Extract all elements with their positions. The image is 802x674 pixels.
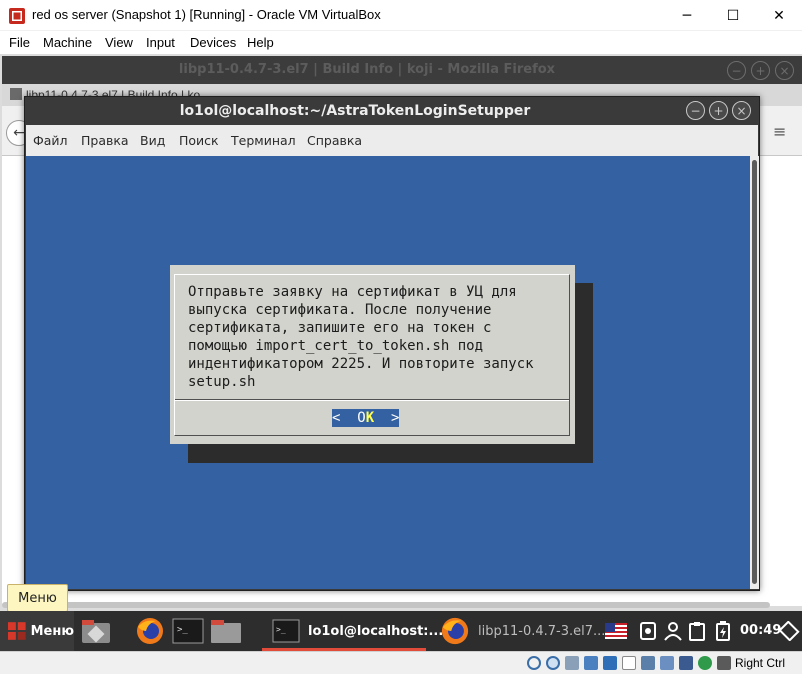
guest-taskbar: Меню >_ >_ lo1ol@localhost:... libp11-0.… xyxy=(0,611,802,651)
host-window-title: red os server (Snapshot 1) [Running] - O… xyxy=(32,7,381,22)
menu-view[interactable]: View xyxy=(105,35,133,50)
dialog-message: Отправьте заявку на сертификат в УЦ для в… xyxy=(188,283,568,391)
dialog-line: индентификатором 2225. И повторите запус… xyxy=(188,356,534,372)
dialog-line: выпуска сертификата. После получение xyxy=(188,302,492,318)
firefox-window-title: libp11-0.4.7-3.el7 | Build Info | koji -… xyxy=(178,62,556,77)
terminal-window-title: lo1ol@localhost:~/AstraTokenLoginSetuppe… xyxy=(179,103,531,119)
firefox-maximize-button[interactable]: + xyxy=(751,61,770,80)
power-icon[interactable] xyxy=(778,621,800,641)
guest-screen[interactable]: libp11-0.4.7-3.el7 | Build Info | koji -… xyxy=(0,54,802,651)
koji-favicon-icon xyxy=(10,88,22,100)
start-menu-label: Меню xyxy=(30,623,74,639)
display-status-icon[interactable] xyxy=(641,656,655,670)
keyboard-icon[interactable] xyxy=(717,656,731,670)
optical-icon[interactable] xyxy=(546,656,560,670)
firefox-icon xyxy=(441,617,469,645)
user-icon[interactable] xyxy=(662,621,684,641)
mouse-integration-icon[interactable] xyxy=(698,656,712,670)
menu-machine[interactable]: Machine xyxy=(43,35,92,50)
host-menu-bar: File Machine View Input Devices Help xyxy=(0,31,802,53)
firefox-close-button[interactable]: × xyxy=(775,61,794,80)
svg-text:>_: >_ xyxy=(276,625,286,634)
us-flag-icon[interactable] xyxy=(605,623,627,639)
terminal-menu-view[interactable]: Вид xyxy=(140,133,165,148)
file-manager-launcher-icon[interactable] xyxy=(80,617,112,645)
terminal-scroll-thumb[interactable] xyxy=(752,160,757,584)
menu-help[interactable]: Help xyxy=(247,35,274,50)
start-menu-button[interactable]: Меню xyxy=(0,611,74,651)
hdd-icon[interactable] xyxy=(527,656,541,670)
folder-launcher-icon[interactable] xyxy=(210,617,242,645)
terminal-minimize-button[interactable]: − xyxy=(686,101,705,120)
host-status-bar: Right Ctrl xyxy=(0,651,802,674)
ok-button-hotkey: K xyxy=(365,409,375,427)
dialog-line: setup.sh xyxy=(188,374,256,390)
terminal-title-bar[interactable]: lo1ol@localhost:~/AstraTokenLoginSetuppe… xyxy=(25,97,759,125)
taskbar-task-terminal-label: lo1ol@localhost:... xyxy=(308,623,444,639)
svg-text:>_: >_ xyxy=(177,625,188,635)
terminal-menu-search[interactable]: Поиск xyxy=(179,133,219,148)
clipboard-icon[interactable] xyxy=(686,621,708,641)
firefox-title-bar: libp11-0.4.7-3.el7 | Build Info | koji -… xyxy=(2,56,802,84)
ok-button[interactable]: < OK > xyxy=(332,409,400,427)
firefox-horizontal-scrollbar[interactable] xyxy=(2,602,770,608)
taskbar-task-firefox[interactable]: libp11-0.4.7-3.el7... xyxy=(432,611,605,651)
host-key-label: Right Ctrl xyxy=(735,656,786,670)
terminal-menu-edit[interactable]: Правка xyxy=(81,133,129,148)
display-icon[interactable] xyxy=(637,621,659,641)
terminal-scrollbar[interactable] xyxy=(750,156,759,589)
network-icon[interactable] xyxy=(584,656,598,670)
battery-icon[interactable] xyxy=(712,621,734,641)
firefox-minimize-button[interactable]: − xyxy=(727,61,746,80)
redos-logo-icon xyxy=(8,622,26,640)
dialog-line: помощью import_cert_to_token.sh под xyxy=(188,338,484,354)
taskbar-task-firefox-label: libp11-0.4.7-3.el7... xyxy=(478,623,606,639)
host-title-bar: red os server (Snapshot 1) [Running] - O… xyxy=(0,0,802,31)
terminal-launcher-icon[interactable]: >_ xyxy=(172,617,204,645)
clock[interactable]: 00:49 xyxy=(740,623,781,638)
maximize-button[interactable]: ☐ xyxy=(710,0,756,31)
firefox-launcher-icon[interactable] xyxy=(134,617,166,645)
virtualbox-icon xyxy=(9,8,25,24)
audio-icon[interactable] xyxy=(565,656,579,670)
menu-tooltip: Меню xyxy=(7,584,68,612)
video-capture-icon[interactable] xyxy=(660,656,674,670)
menu-devices[interactable]: Devices xyxy=(190,35,236,50)
ok-button-left-bracket: < xyxy=(332,409,358,427)
ok-button-right-bracket: > xyxy=(374,409,400,427)
taskbar-task-terminal[interactable]: >_ lo1ol@localhost:... xyxy=(264,611,443,651)
cpu-icon[interactable] xyxy=(679,656,693,670)
ok-button-first-char: O xyxy=(357,409,366,427)
hamburger-menu-icon[interactable]: ≡ xyxy=(773,122,786,141)
terminal-maximize-button[interactable]: + xyxy=(709,101,728,120)
close-button[interactable]: ✕ xyxy=(756,0,802,31)
terminal-menu-help[interactable]: Справка xyxy=(307,133,362,148)
terminal-menu-bar: Файл Правка Вид Поиск Терминал Справка xyxy=(26,125,758,156)
minimize-button[interactable]: ─ xyxy=(664,0,710,31)
menu-file[interactable]: File xyxy=(9,35,30,50)
menu-input[interactable]: Input xyxy=(146,35,175,50)
terminal-icon: >_ xyxy=(272,619,300,643)
dialog-line: сертификата, запишите его на токен с xyxy=(188,320,492,336)
terminal-menu-terminal[interactable]: Терминал xyxy=(231,133,296,148)
dialog-line: Отправьте заявку на сертификат в УЦ для xyxy=(188,284,517,300)
shared-folder-icon[interactable] xyxy=(622,656,636,670)
terminal-menu-file[interactable]: Файл xyxy=(33,133,68,148)
usb-icon[interactable] xyxy=(603,656,617,670)
terminal-close-button[interactable]: × xyxy=(732,101,751,120)
dialog-separator xyxy=(175,399,569,401)
